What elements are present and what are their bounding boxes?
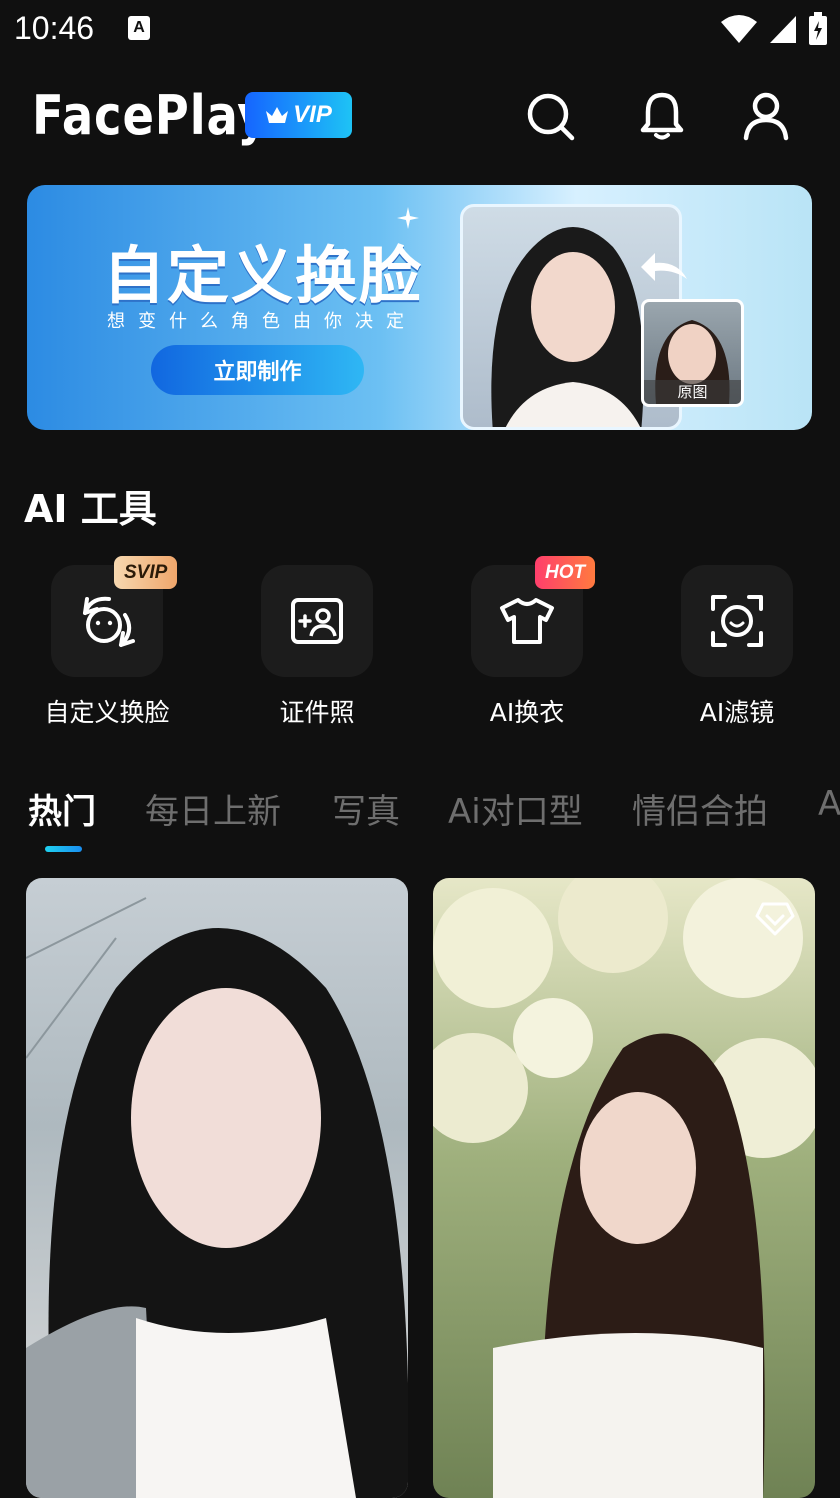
- status-icons: [720, 12, 828, 46]
- tool-label: 证件照: [279, 698, 355, 727]
- profile-icon[interactable]: [740, 90, 792, 142]
- active-tab-indicator: [45, 846, 82, 852]
- tool-ai-filter[interactable]: AI滤镜: [630, 565, 840, 735]
- ai-tools-title: AI 工具: [24, 487, 157, 531]
- wifi-icon: [721, 15, 757, 43]
- search-icon[interactable]: [524, 90, 576, 142]
- crown-icon: [266, 107, 289, 123]
- face-scan-icon: [711, 595, 763, 647]
- promo-banner[interactable]: 自定义换脸 想变什么角色由你决定 立即制作 原图: [27, 185, 812, 430]
- app-logo: FacePlay: [32, 84, 269, 147]
- tab-lip-sync[interactable]: Ai对口型: [448, 784, 583, 833]
- template-card[interactable]: [433, 878, 815, 1498]
- vip-button[interactable]: VIP: [245, 92, 352, 138]
- tab-hot[interactable]: 热门: [28, 784, 96, 833]
- tool-label: 自定义换脸: [44, 698, 170, 727]
- hot-badge: HOT: [535, 556, 596, 589]
- tool-face-swap[interactable]: 自定义换脸: [0, 565, 210, 735]
- tool-label: AI滤镜: [699, 698, 775, 727]
- banner-title: 自定义换脸: [103, 239, 424, 312]
- banner-subtitle: 想变什么角色由你决定: [107, 311, 417, 332]
- app-header: FacePlay VIP: [0, 80, 840, 152]
- tab-portrait[interactable]: 写真: [332, 784, 400, 833]
- face-swap-icon: [83, 596, 135, 647]
- tool-icon-box: [681, 565, 793, 677]
- vip-label: VIP: [293, 101, 332, 128]
- sparkle-icon: [397, 207, 419, 229]
- status-bar: 10:46 A: [0, 0, 840, 60]
- swap-arrow-icon: [641, 253, 687, 281]
- tool-icon-box: [261, 565, 373, 677]
- thumb-label: 原图: [644, 380, 741, 404]
- svip-badge: SVIP: [114, 556, 178, 589]
- id-photo-icon: [291, 598, 343, 644]
- tshirt-icon: [500, 598, 554, 644]
- card-image: [26, 897, 408, 1498]
- tab-couple-photo[interactable]: 情侣合拍: [632, 784, 768, 833]
- tool-label: AI换衣: [489, 698, 565, 727]
- tab-daily-new[interactable]: 每日上新: [145, 784, 281, 833]
- tool-ai-outfit[interactable]: AI换衣: [420, 565, 630, 735]
- status-time: 10:46: [14, 10, 95, 46]
- bell-icon[interactable]: [636, 90, 688, 142]
- favorite-icon[interactable]: [753, 896, 797, 940]
- accessibility-notification-icon: A: [128, 16, 150, 40]
- card-image: [433, 878, 815, 1498]
- original-photo-thumbnail: 原图: [641, 299, 744, 407]
- battery-icon: [809, 12, 827, 45]
- template-card[interactable]: [26, 878, 408, 1498]
- tool-id-photo[interactable]: 证件照: [210, 565, 420, 735]
- tab-more[interactable]: A: [818, 784, 840, 824]
- signal-icon: [770, 16, 796, 43]
- banner-cta-button[interactable]: 立即制作: [151, 345, 364, 395]
